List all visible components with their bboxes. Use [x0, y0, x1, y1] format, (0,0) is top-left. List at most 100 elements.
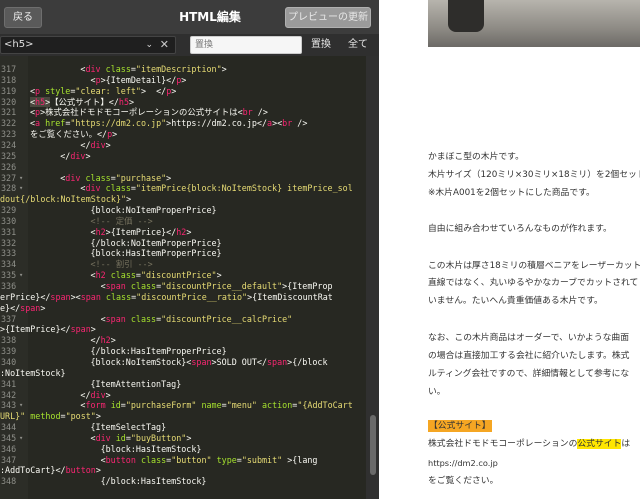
code-line: e}</span>: [0, 303, 366, 314]
code-text: </div>: [30, 389, 111, 400]
code-text: {block:NoItemStock}<span>SOLD OUT</span>…: [30, 356, 328, 367]
preview-text: い。: [428, 387, 446, 397]
line-number: 348: [1, 476, 17, 487]
editor-scroll-thumb[interactable]: [370, 415, 376, 475]
code-line: 326: [0, 162, 366, 173]
code-line: 325 </div>: [0, 151, 366, 162]
line-number: 324: [1, 139, 17, 150]
update-preview-button[interactable]: プレビューの更新: [285, 7, 371, 28]
line-number: 340: [1, 356, 17, 367]
preview-text: ルティング会社ですので、詳細情報として参考にな: [428, 369, 630, 379]
preview-text: かまぼこ型の木片です。: [428, 152, 524, 162]
code-text: :NoItemStock}: [0, 367, 66, 378]
page-title: HTML編集: [179, 10, 241, 24]
code-line: >{ItemPrice}</span>: [0, 324, 366, 335]
preview-text: 直線ではなく、丸いゆるやかなカーブでカットされて: [428, 278, 639, 288]
fold-arrow-icon[interactable]: ▾: [19, 270, 23, 281]
replace-button[interactable]: 置換: [306, 36, 336, 54]
code-text: <div class="purchase">: [30, 172, 172, 183]
code-text: </div>: [30, 150, 91, 161]
code-line: 343 ▾ <form id="purchaseForm" name="menu"…: [0, 400, 366, 411]
fold-arrow-icon[interactable]: ▾: [19, 183, 23, 194]
code-text: </div>: [30, 139, 111, 150]
code-line: 318 <p>{ItemDetail}</p>: [0, 75, 366, 86]
preview-panel: かまぼこ型の木片です。 木片サイズ（120ミリ×30ミリ×18ミリ）を2個セット…: [379, 0, 640, 499]
code-text: <a href="https://dm2.co.jp">https://dm2.…: [30, 118, 308, 129]
preview-text: の場合は直接加工する会社に紹介いたします。株式: [428, 351, 630, 361]
code-text: <!-- 割引 -->: [30, 259, 153, 270]
code-line: 327 ▾ <div class="purchase">: [0, 173, 366, 184]
code-line: 332 {/block:NoItemProperPrice}: [0, 238, 366, 249]
code-text: <p style="clear: left"> </p>: [30, 85, 177, 96]
code-text: をご覧ください。</p>: [30, 129, 118, 140]
preview-text: なお、この木片商品はオーダーで、いかような曲面: [428, 333, 630, 343]
code-line: 333 {block:HasItemProperPrice}: [0, 248, 366, 259]
code-editor[interactable]: 317 <div class="itemDescription"> 318 <p>…: [0, 56, 379, 499]
line-number: 318: [1, 74, 17, 85]
code-text: <span class="discountPrice__calcPrice": [30, 313, 293, 324]
code-line: 342 </div>: [0, 390, 366, 401]
code-text: <span class="discountPrice__default">{It…: [30, 281, 333, 291]
close-icon[interactable]: ✕: [160, 37, 169, 53]
line-number: 325: [1, 150, 17, 161]
line-number: 334: [1, 259, 17, 270]
preview-text: いません。たいへん貴重価値ある木片です。: [428, 296, 603, 306]
fold-arrow-icon[interactable]: ▾: [19, 433, 23, 444]
line-number: 336: [1, 281, 17, 291]
code-line: 319 <p style="clear: left"> </p>: [0, 86, 366, 97]
code-line: 317 <div class="itemDescription">: [0, 64, 366, 75]
code-line: :NoItemStock}: [0, 368, 366, 379]
code-text: erPrice}</span><span class="discountPric…: [0, 291, 333, 302]
code-text: <h5>【公式サイト】</h5>: [30, 96, 135, 107]
line-number: 317: [1, 64, 17, 74]
line-number: 344: [1, 422, 17, 433]
line-number: 339: [1, 346, 17, 357]
chevron-down-icon: ⌄: [145, 40, 153, 50]
code-text: </h2>: [30, 335, 116, 346]
code-line: 336 <span class="discountPrice__default"…: [0, 281, 366, 292]
code-line: 322 <a href="https://dm2.co.jp">https://d…: [0, 118, 366, 129]
code-text: <p>株式会社ドモドモコーポレーションの公式サイトは<br />: [30, 107, 268, 118]
preview-site-line: 株式会社ドモドモコーポレーションの公式サイトは: [428, 438, 630, 450]
code-text: dout{/block:NoItemStock}">: [0, 194, 132, 205]
code-line: dout{/block:NoItemStock}">: [0, 194, 366, 205]
line-number: 347: [1, 454, 17, 465]
code-line: 341 {ItemAttentionTag}: [0, 379, 366, 390]
code-text: {ItemAttentionTag}: [30, 378, 182, 389]
tag-select[interactable]: <h5> ⌄ ✕: [0, 36, 176, 54]
fold-arrow-icon[interactable]: ▾: [19, 400, 23, 411]
code-line: 348 {/block:HasItemStock}: [0, 476, 366, 487]
code-text: <div class="itemPrice{block:NoItemStock}…: [30, 183, 353, 194]
html-editor-panel: 戻る HTML編集 プレビューの更新 <h5> ⌄ ✕ 置換 全て 317 <d…: [0, 0, 379, 499]
preview-text: 自由に組み合わせていろんなものが作れます。: [428, 224, 612, 234]
site-line-prefix: 株式会社ドモドモコーポレーションの: [428, 439, 578, 449]
code-line: 347 <button class="button" type="submit"…: [0, 455, 366, 466]
code-text: >{ItemPrice}</span>: [0, 324, 96, 335]
preview-text: をご覧ください。: [428, 476, 499, 486]
replace-all-button[interactable]: 全て: [340, 36, 376, 54]
preview-text: この木片は厚さ18ミリの積層ベニアをレーザーカット: [428, 261, 640, 271]
preview-url[interactable]: https://dm2.co.jp: [428, 457, 498, 469]
code-line: 335 ▾ <h2 class="discountPrice">: [0, 270, 366, 281]
code-line: 338 </h2>: [0, 335, 366, 346]
code-text: e}</span>: [0, 302, 46, 313]
code-line: 324 </div>: [0, 140, 366, 151]
line-number: 326: [1, 161, 17, 172]
code-text: URL}" method="post">: [0, 411, 101, 422]
search-input[interactable]: [190, 36, 302, 54]
line-number: 333: [1, 248, 17, 259]
code-line: 337 <span class="discountPrice__calcPric…: [0, 314, 366, 325]
line-number: 338: [1, 335, 17, 346]
site-line-suffix: は: [621, 439, 631, 449]
preview-heading: 【公式サイト】: [428, 420, 492, 432]
code-text: :AddToCart}</button>: [0, 465, 101, 476]
back-button[interactable]: 戻る: [4, 7, 42, 28]
fold-arrow-icon[interactable]: ▾: [19, 173, 23, 184]
preview-text: 木片サイズ（120ミリ×30ミリ×18ミリ）を2個セット: [428, 170, 640, 180]
code-text: {ItemSelectTag}: [30, 422, 167, 433]
code-line: 345 ▾ <div id="buyButton">: [0, 433, 366, 444]
code-line: 344 {ItemSelectTag}: [0, 422, 366, 433]
editor-toolbar: <h5> ⌄ ✕ 置換 全て: [0, 34, 379, 56]
line-number: 342: [1, 389, 17, 400]
line-number: 319: [1, 85, 17, 96]
